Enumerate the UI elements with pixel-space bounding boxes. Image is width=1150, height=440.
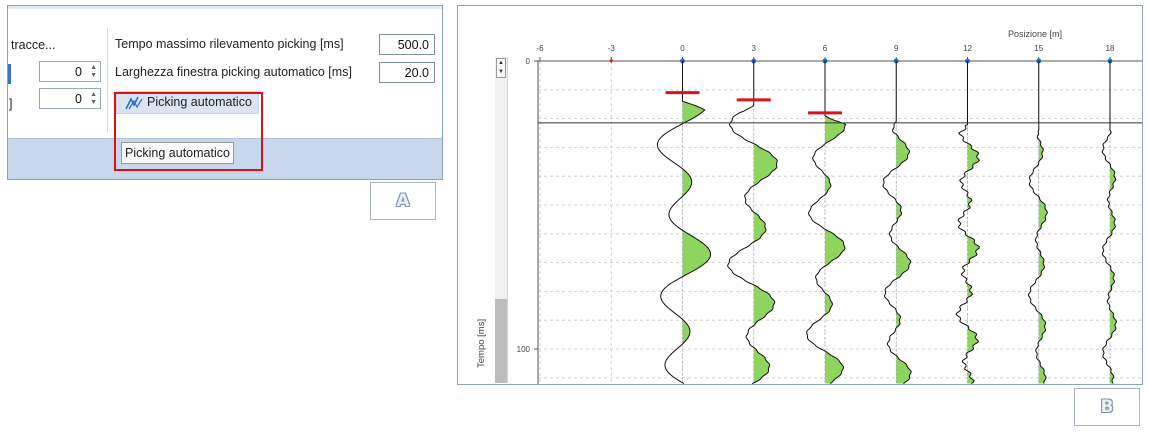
x-tick-label: 3 [752,44,757,53]
y-axis-title: Tempo [ms] [476,318,487,368]
seismogram-panel: -6 -3 0 3 6 9 12 15 18 0 100 ✦ Posizione [m] ▲ ▼ Tem… [457,5,1143,385]
trace-wiggle [882,61,912,384]
highlight-box [114,92,263,171]
selection-marker [8,64,11,84]
scroll-up-icon[interactable]: ▲ ▼ [496,58,506,78]
window-width-field[interactable]: 20.0 [379,62,435,83]
trace-fill [682,61,711,384]
spinner-2-value: 0 [75,92,82,106]
x-tick-label: 9 [894,44,899,53]
chart-traces [656,61,1118,384]
trace-wiggle [727,61,778,384]
x-tick-label: 6 [823,44,828,53]
spinner-2-up-icon[interactable]: ▲ [90,91,97,99]
spinner-1-down-icon[interactable]: ▼ [90,72,97,80]
x-tick-label: 18 [1106,44,1115,53]
chart-grid [538,61,1142,384]
spinner-1-up-icon[interactable]: ▲ [90,64,97,72]
partial-bracket-label: ] [9,97,13,111]
partial-traces-label: tracce... [11,38,56,52]
column-divider [107,28,108,132]
spinner-2[interactable]: 0 ▲ ▼ [39,88,101,109]
trace-fill [896,61,912,384]
tag-a: A [370,182,436,220]
x-tick-label: -3 [608,44,616,53]
tag-b: B [1074,388,1140,426]
picking-settings-panel: tracce... ] 0 ▲ ▼ 0 ▲ ▼ Tempo massimo ri… [7,5,443,180]
trace-wiggle [1028,61,1048,384]
x-tick-label: 15 [1034,44,1043,53]
y-tick-label: 100 [517,345,531,354]
spinner-2-down-icon[interactable]: ▼ [90,99,97,107]
x-tick-label: 12 [963,44,972,53]
window-width-label: Larghezza finestra picking automatico [m… [115,65,352,79]
max-time-field[interactable]: 500.0 [379,34,435,55]
trace-fill [1110,61,1117,384]
trace-fill [967,61,980,384]
trace-wiggle [1101,61,1118,384]
x-tick-label: 0 [680,44,685,53]
spinner-1-value: 0 [75,65,82,79]
chart-ticks: -6 -3 0 3 6 9 12 15 18 0 100 ✦ [517,44,1142,384]
x-tick-label: -6 [536,44,544,53]
max-time-label: Tempo massimo rilevamento picking [ms] [115,37,344,51]
y-tick-label: 0 [526,57,531,66]
panel-top-border [8,6,442,9]
spinner-1[interactable]: 0 ▲ ▼ [39,61,101,82]
trace-fill [753,61,778,384]
trace-fill [825,61,846,384]
x-axis-title: Posizione [m] [1008,29,1062,39]
seismogram-chart: -6 -3 0 3 6 9 12 15 18 0 100 ✦ Posizione [m] [517,29,1142,384]
scrollbar-thumb[interactable] [495,299,507,383]
trace-wiggle [806,61,847,384]
source-marker-icon: ✦ [607,57,615,67]
